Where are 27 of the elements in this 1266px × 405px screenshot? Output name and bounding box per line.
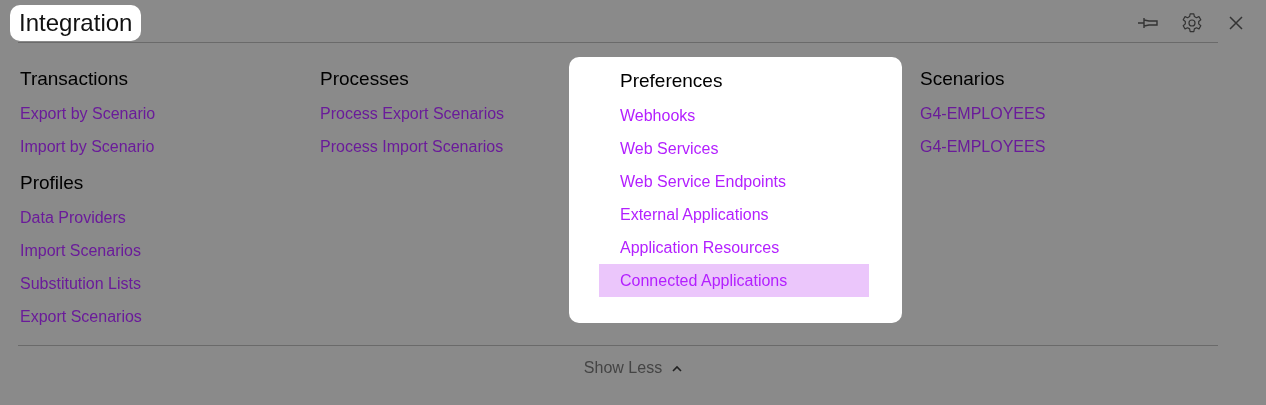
- menu-link[interactable]: Export Scenarios: [20, 300, 142, 333]
- page-title: Integration: [10, 5, 142, 41]
- menu-link[interactable]: Data Providers: [20, 201, 126, 234]
- section-heading: Processes: [320, 67, 410, 91]
- settings-button[interactable]: [1180, 11, 1204, 35]
- menu-link[interactable]: Process Import Scenarios: [320, 130, 504, 163]
- menu-link[interactable]: Import Scenarios: [20, 234, 141, 267]
- menu-link[interactable]: Application Resources: [620, 231, 780, 264]
- close-icon: [1229, 16, 1243, 30]
- menu-link[interactable]: Export by Scenario: [20, 97, 156, 130]
- menu-link[interactable]: Connected Applications: [599, 264, 869, 297]
- section-heading: Transactions: [20, 67, 130, 91]
- menu-link[interactable]: Substitution Lists: [20, 267, 141, 300]
- settings-icon: [1181, 12, 1203, 34]
- menu-link[interactable]: External Applications: [620, 198, 769, 231]
- section-heading: Preferences: [620, 69, 724, 93]
- menu-link[interactable]: G4-EMPLOYEES: [920, 130, 1046, 163]
- menu-link[interactable]: Web Service Endpoints: [620, 165, 786, 198]
- menu-link[interactable]: G4-EMPLOYEES: [920, 97, 1046, 130]
- section-heading: Profiles: [20, 171, 85, 195]
- show-less-button[interactable]: Show Less: [579, 354, 687, 382]
- menu-link[interactable]: Import by Scenario: [20, 130, 155, 163]
- pin-icon: [1137, 17, 1159, 29]
- menu-link[interactable]: Webhooks: [620, 99, 696, 132]
- menu-link[interactable]: Web Services: [620, 132, 719, 165]
- menu-link[interactable]: Process Export Scenarios: [320, 97, 505, 130]
- section-heading: Scenarios: [920, 67, 1006, 91]
